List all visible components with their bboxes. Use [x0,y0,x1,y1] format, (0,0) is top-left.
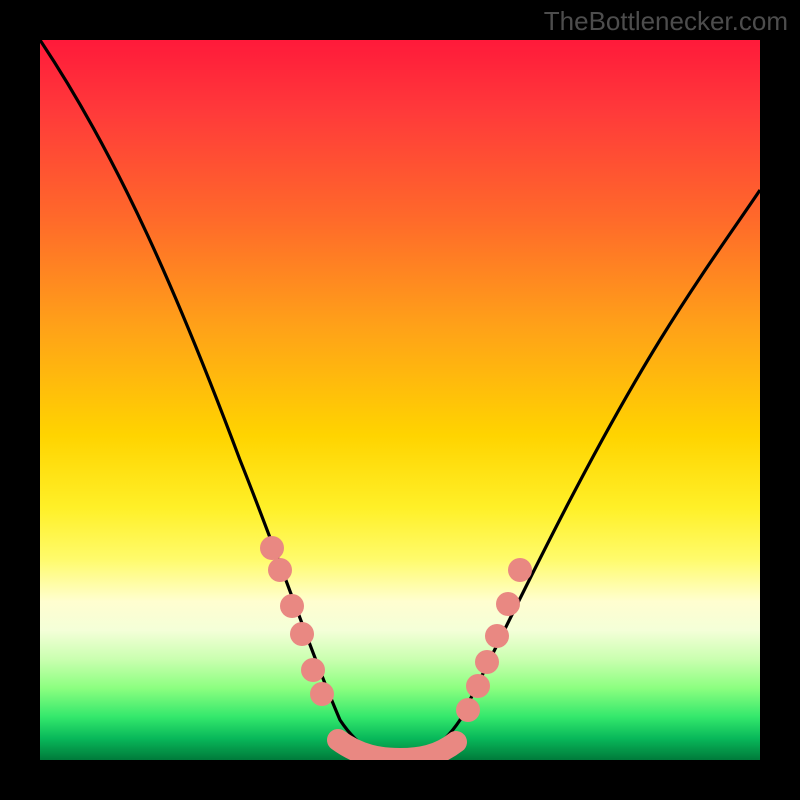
right-dots [456,558,532,722]
bottom-band [338,740,456,759]
bottleneck-curve [40,40,760,758]
plot-area [40,40,760,760]
chart-svg [40,40,760,760]
watermark-text: TheBottlenecker.com [544,6,788,37]
chart-frame: TheBottlenecker.com [0,0,800,800]
